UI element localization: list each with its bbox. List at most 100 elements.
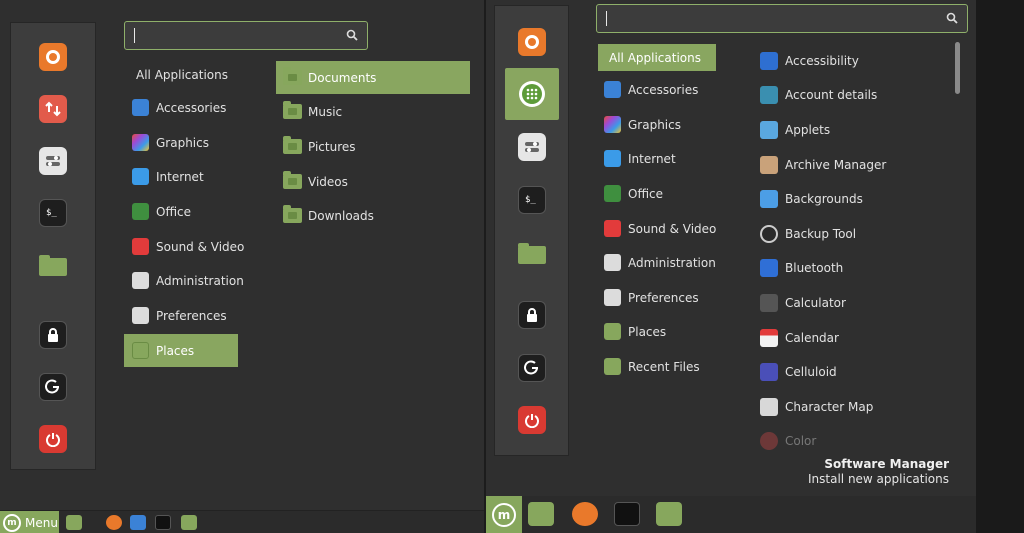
sound-video-icon <box>132 238 149 255</box>
software-updater-icon[interactable] <box>39 95 67 123</box>
logout-icon[interactable] <box>517 354 546 382</box>
place-music[interactable]: Music <box>276 95 470 128</box>
category-graphics[interactable]: Graphics <box>596 111 736 138</box>
firefox-launcher-icon[interactable] <box>572 502 598 526</box>
firefox-icon[interactable] <box>517 28 546 56</box>
category-recent-files[interactable]: Recent Files <box>596 353 736 380</box>
category-sound-video[interactable]: Sound & Video <box>124 230 244 263</box>
category-office[interactable]: Office <box>596 180 736 207</box>
office-icon <box>132 203 149 220</box>
place-pictures[interactable]: Pictures <box>276 130 470 163</box>
category-label: Graphics <box>156 135 209 150</box>
category-label: Graphics <box>628 117 681 132</box>
shutdown-icon[interactable] <box>517 406 546 434</box>
app-bluetooth[interactable]: Bluetooth <box>760 254 843 281</box>
place-documents[interactable]: Documents <box>276 61 470 94</box>
videos-folder-icon <box>283 171 302 189</box>
menu-button[interactable]: m Menu <box>0 511 59 533</box>
software-manager-button[interactable] <box>504 68 559 120</box>
category-all-applications[interactable]: All Applications <box>598 44 716 71</box>
category-accessories[interactable]: Accessories <box>596 76 736 103</box>
files-launcher-icon[interactable] <box>66 515 82 530</box>
category-label: Accessories <box>156 100 227 115</box>
app-backup-tool[interactable]: Backup Tool <box>760 220 856 247</box>
accessibility-icon <box>760 51 778 70</box>
app-accessibility[interactable]: Accessibility <box>760 47 859 74</box>
files-folder-icon[interactable] <box>517 239 546 267</box>
lock-screen-icon[interactable] <box>39 321 67 349</box>
files-launcher-icon[interactable] <box>528 502 554 526</box>
mint-logo-icon: m <box>3 513 21 532</box>
shutdown-icon[interactable] <box>39 425 67 453</box>
category-internet[interactable]: Internet <box>124 160 238 193</box>
category-label: All Applications <box>136 67 228 82</box>
office-icon <box>604 185 621 202</box>
category-administration[interactable]: Administration <box>596 249 736 276</box>
app-label: Calculator <box>785 295 846 310</box>
category-accessories[interactable]: Accessories <box>124 91 238 124</box>
pictures-folder-icon <box>283 136 302 154</box>
settings-toggle-icon[interactable] <box>517 133 546 161</box>
place-videos[interactable]: Videos <box>276 165 470 198</box>
accessories-icon <box>132 99 149 116</box>
folder-launcher-icon[interactable] <box>181 515 197 530</box>
category-administration[interactable]: Administration <box>124 264 244 297</box>
category-office[interactable]: Office <box>124 195 238 228</box>
software-manager-icon <box>518 81 545 107</box>
app-color[interactable]: Color <box>760 427 816 454</box>
logout-icon[interactable] <box>39 373 67 401</box>
category-preferences[interactable]: Preferences <box>596 284 736 311</box>
apps-scrollbar[interactable] <box>955 42 960 94</box>
places-folder-icon <box>604 323 621 340</box>
folder-launcher-icon[interactable] <box>656 502 682 526</box>
recent-files-icon <box>604 358 621 375</box>
settings-toggle-icon[interactable] <box>39 147 67 175</box>
search-input[interactable] <box>124 21 368 50</box>
app-archive-manager[interactable]: Archive Manager <box>760 151 886 178</box>
mail-launcher-icon[interactable] <box>130 515 146 530</box>
place-downloads[interactable]: Downloads <box>276 199 470 232</box>
app-backgrounds[interactable]: Backgrounds <box>760 185 863 212</box>
files-folder-icon[interactable] <box>39 251 67 279</box>
color-icon <box>760 431 778 450</box>
app-info-description: Install new applications <box>808 472 949 486</box>
category-sound-video[interactable]: Sound & Video <box>596 215 736 242</box>
app-celluloid[interactable]: Celluloid <box>760 358 837 385</box>
category-places[interactable]: Places <box>596 318 736 345</box>
terminal-launcher-icon[interactable] <box>614 502 640 526</box>
administration-icon <box>132 272 149 289</box>
terminal-launcher-icon[interactable] <box>155 515 171 530</box>
terminal-icon[interactable]: $_ <box>517 186 546 214</box>
place-label: Downloads <box>308 208 374 223</box>
lock-screen-icon[interactable] <box>517 301 546 329</box>
app-label: Backup Tool <box>785 226 857 241</box>
app-calculator[interactable]: Calculator <box>760 289 846 316</box>
firefox-launcher-icon[interactable] <box>106 515 122 530</box>
app-account-details[interactable]: Account details <box>760 81 877 108</box>
search-icon <box>946 12 958 24</box>
terminal-icon[interactable]: $_ <box>39 199 67 227</box>
app-label: Applets <box>785 122 831 137</box>
app-applets[interactable]: Applets <box>760 116 830 143</box>
left-taskbar: m Menu <box>0 510 484 533</box>
app-character-map[interactable]: Character Map <box>760 393 873 420</box>
app-label: Archive Manager <box>785 157 887 172</box>
category-label: Places <box>628 324 667 339</box>
internet-cloud-icon <box>604 150 621 167</box>
category-places[interactable]: Places <box>124 334 238 367</box>
category-label: Sound & Video <box>628 221 717 236</box>
menu-button[interactable]: m <box>486 496 522 533</box>
left-favorites-sidebar: $_ <box>10 22 96 470</box>
app-label: Bluetooth <box>785 260 844 275</box>
category-preferences[interactable]: Preferences <box>124 299 238 332</box>
category-graphics[interactable]: Graphics <box>124 126 238 159</box>
search-input[interactable] <box>596 4 968 33</box>
graphics-icon <box>132 134 149 151</box>
app-calendar[interactable]: Calendar <box>760 324 839 351</box>
applets-icon <box>760 120 778 139</box>
category-internet[interactable]: Internet <box>596 145 736 172</box>
category-label: Accessories <box>628 82 699 97</box>
category-all-applications[interactable]: All Applications <box>124 58 238 91</box>
right-taskbar: m <box>486 496 976 533</box>
firefox-icon[interactable] <box>39 43 67 71</box>
